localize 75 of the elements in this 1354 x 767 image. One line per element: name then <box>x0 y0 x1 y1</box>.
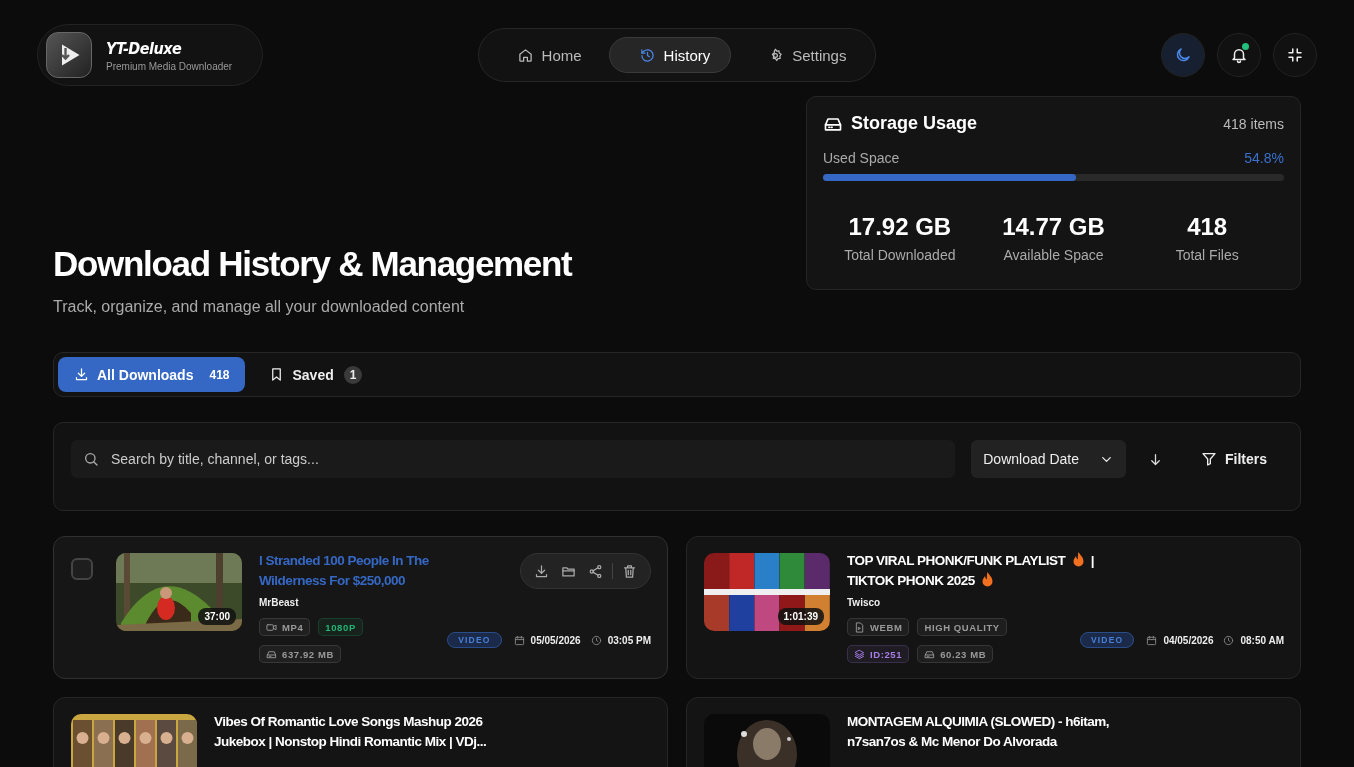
download-icon <box>74 367 89 382</box>
badge: HIGH QUALITY <box>917 618 1007 636</box>
badge: 60.23 MB <box>917 645 994 663</box>
notification-button[interactable] <box>1217 33 1261 77</box>
download-time: 03:05 PM <box>607 634 651 646</box>
video-title[interactable]: MONTAGEM ALQUIMIA (SLOWED) - h6itam, n7san7os & Mc Menor Do Alvorada <box>847 712 1121 752</box>
download-date: 04/05/2026 <box>1163 634 1214 646</box>
duration-label: 37:00 <box>198 608 236 625</box>
filters-button[interactable]: Filters <box>1185 445 1283 473</box>
nav-tab[interactable]: Home <box>486 37 603 73</box>
theme-button[interactable] <box>1161 33 1205 77</box>
stat-value: 418 <box>1186 213 1229 241</box>
search-field[interactable]: Search by title, channel, or tags... <box>71 440 956 478</box>
brand-tagline: Premium Media Downloader <box>106 60 233 72</box>
stat-value: 14.77 GB <box>1001 213 1106 241</box>
collapse-icon <box>1286 46 1304 64</box>
arrow-down-icon <box>1148 451 1163 467</box>
download-icon <box>534 563 549 579</box>
stat-label: Total Downloaded <box>843 247 957 263</box>
home-icon <box>517 47 533 63</box>
history-icon <box>639 47 655 63</box>
type-badge: VIDEO <box>1079 632 1135 648</box>
filter-tab[interactable]: All Downloads 418 <box>58 357 246 392</box>
type-badge: VIDEO <box>447 632 502 648</box>
duration-label: 1:01:39 <box>777 608 824 625</box>
used-space-label: Used Space <box>823 150 900 166</box>
download-time: 08:50 AM <box>1240 634 1284 646</box>
filter-tab[interactable]: Saved 1 <box>253 357 379 392</box>
badge: 637.92 MB <box>259 645 341 663</box>
video-title[interactable]: Vibes Of Romantic Love Songs Mashup 2026 Jukebox | Nonstop Hindi Romantic Mix | VDj... <box>214 712 488 752</box>
clock-icon <box>590 634 602 646</box>
download-card[interactable]: 37:00 I Stranded 100 People In The Wilderness For $250,000 MrBeast MP4 1080P 637.92 MB VIDEO 05/05/2026 03:05 PM <box>53 536 668 679</box>
drive-icon <box>924 648 936 660</box>
sort-dropdown[interactable]: Download Date <box>971 440 1126 478</box>
download-card[interactable]: 1:01:39 TOP VIRAL PHONK/FUNK PLAYLIST | TIKTOK PHONK 2025 Twisco WEBM HIGH QUALITY ID:251 60.23 MB VIDEO 04/05/2026 08:50 AM <box>686 536 1301 679</box>
nav-tab[interactable]: Settings <box>737 37 868 73</box>
channel-name: Twisco <box>847 597 882 608</box>
camera-icon <box>266 621 277 633</box>
stat-label: Total Files <box>1174 247 1240 263</box>
bell-icon <box>1230 46 1248 64</box>
trash-icon <box>622 563 637 579</box>
count-label: 418 <box>209 367 230 382</box>
download-date: 05/05/2026 <box>530 634 581 646</box>
channel-name: MrBeast <box>259 597 300 608</box>
nav-tab[interactable]: History <box>608 37 732 73</box>
flame-icon <box>982 572 994 587</box>
flame-icon <box>1072 552 1084 567</box>
stat-label: Available Space <box>1002 247 1105 263</box>
calendar-icon <box>1146 634 1158 646</box>
file-icon <box>854 621 865 633</box>
badge: WEBM <box>847 618 910 636</box>
item-count: 418 items <box>1223 115 1284 132</box>
clock-icon <box>1223 634 1235 646</box>
count-label: 1 <box>343 365 363 384</box>
storage-title: Storage Usage <box>851 113 978 134</box>
badge: 1080P <box>318 618 363 636</box>
calendar-icon <box>513 634 525 646</box>
layers-icon <box>854 648 865 660</box>
video-title[interactable]: TOP VIRAL PHONK/FUNK PLAYLIST | TIKTOK PHONK 2025 <box>847 551 1121 591</box>
collapse-button[interactable] <box>1273 33 1317 77</box>
used-percent: 54.8% <box>1244 150 1284 166</box>
filter-icon <box>1201 451 1217 467</box>
drive-icon <box>266 648 277 660</box>
page-title: Download History & Management <box>53 244 572 284</box>
moon-icon <box>1174 46 1192 64</box>
stat-value: 17.92 GB <box>847 213 953 241</box>
brand-name: YT-Deluxe <box>106 38 183 58</box>
logo-icon <box>46 32 92 78</box>
checkbox[interactable] <box>71 558 93 580</box>
download-card[interactable]: Vibes Of Romantic Love Songs Mashup 2026 Jukebox | Nonstop Hindi Romantic Mix | VDj... <box>53 697 668 767</box>
page-subtitle: Track, organize, and manage all your downloaded content <box>53 298 466 316</box>
badge: ID:251 <box>847 645 910 663</box>
download-card[interactable]: MONTAGEM ALQUIMIA (SLOWED) - h6itam, n7san7os & Mc Menor Do Alvorada <box>686 697 1301 767</box>
share-icon <box>588 563 603 579</box>
badge: MP4 <box>259 618 311 636</box>
